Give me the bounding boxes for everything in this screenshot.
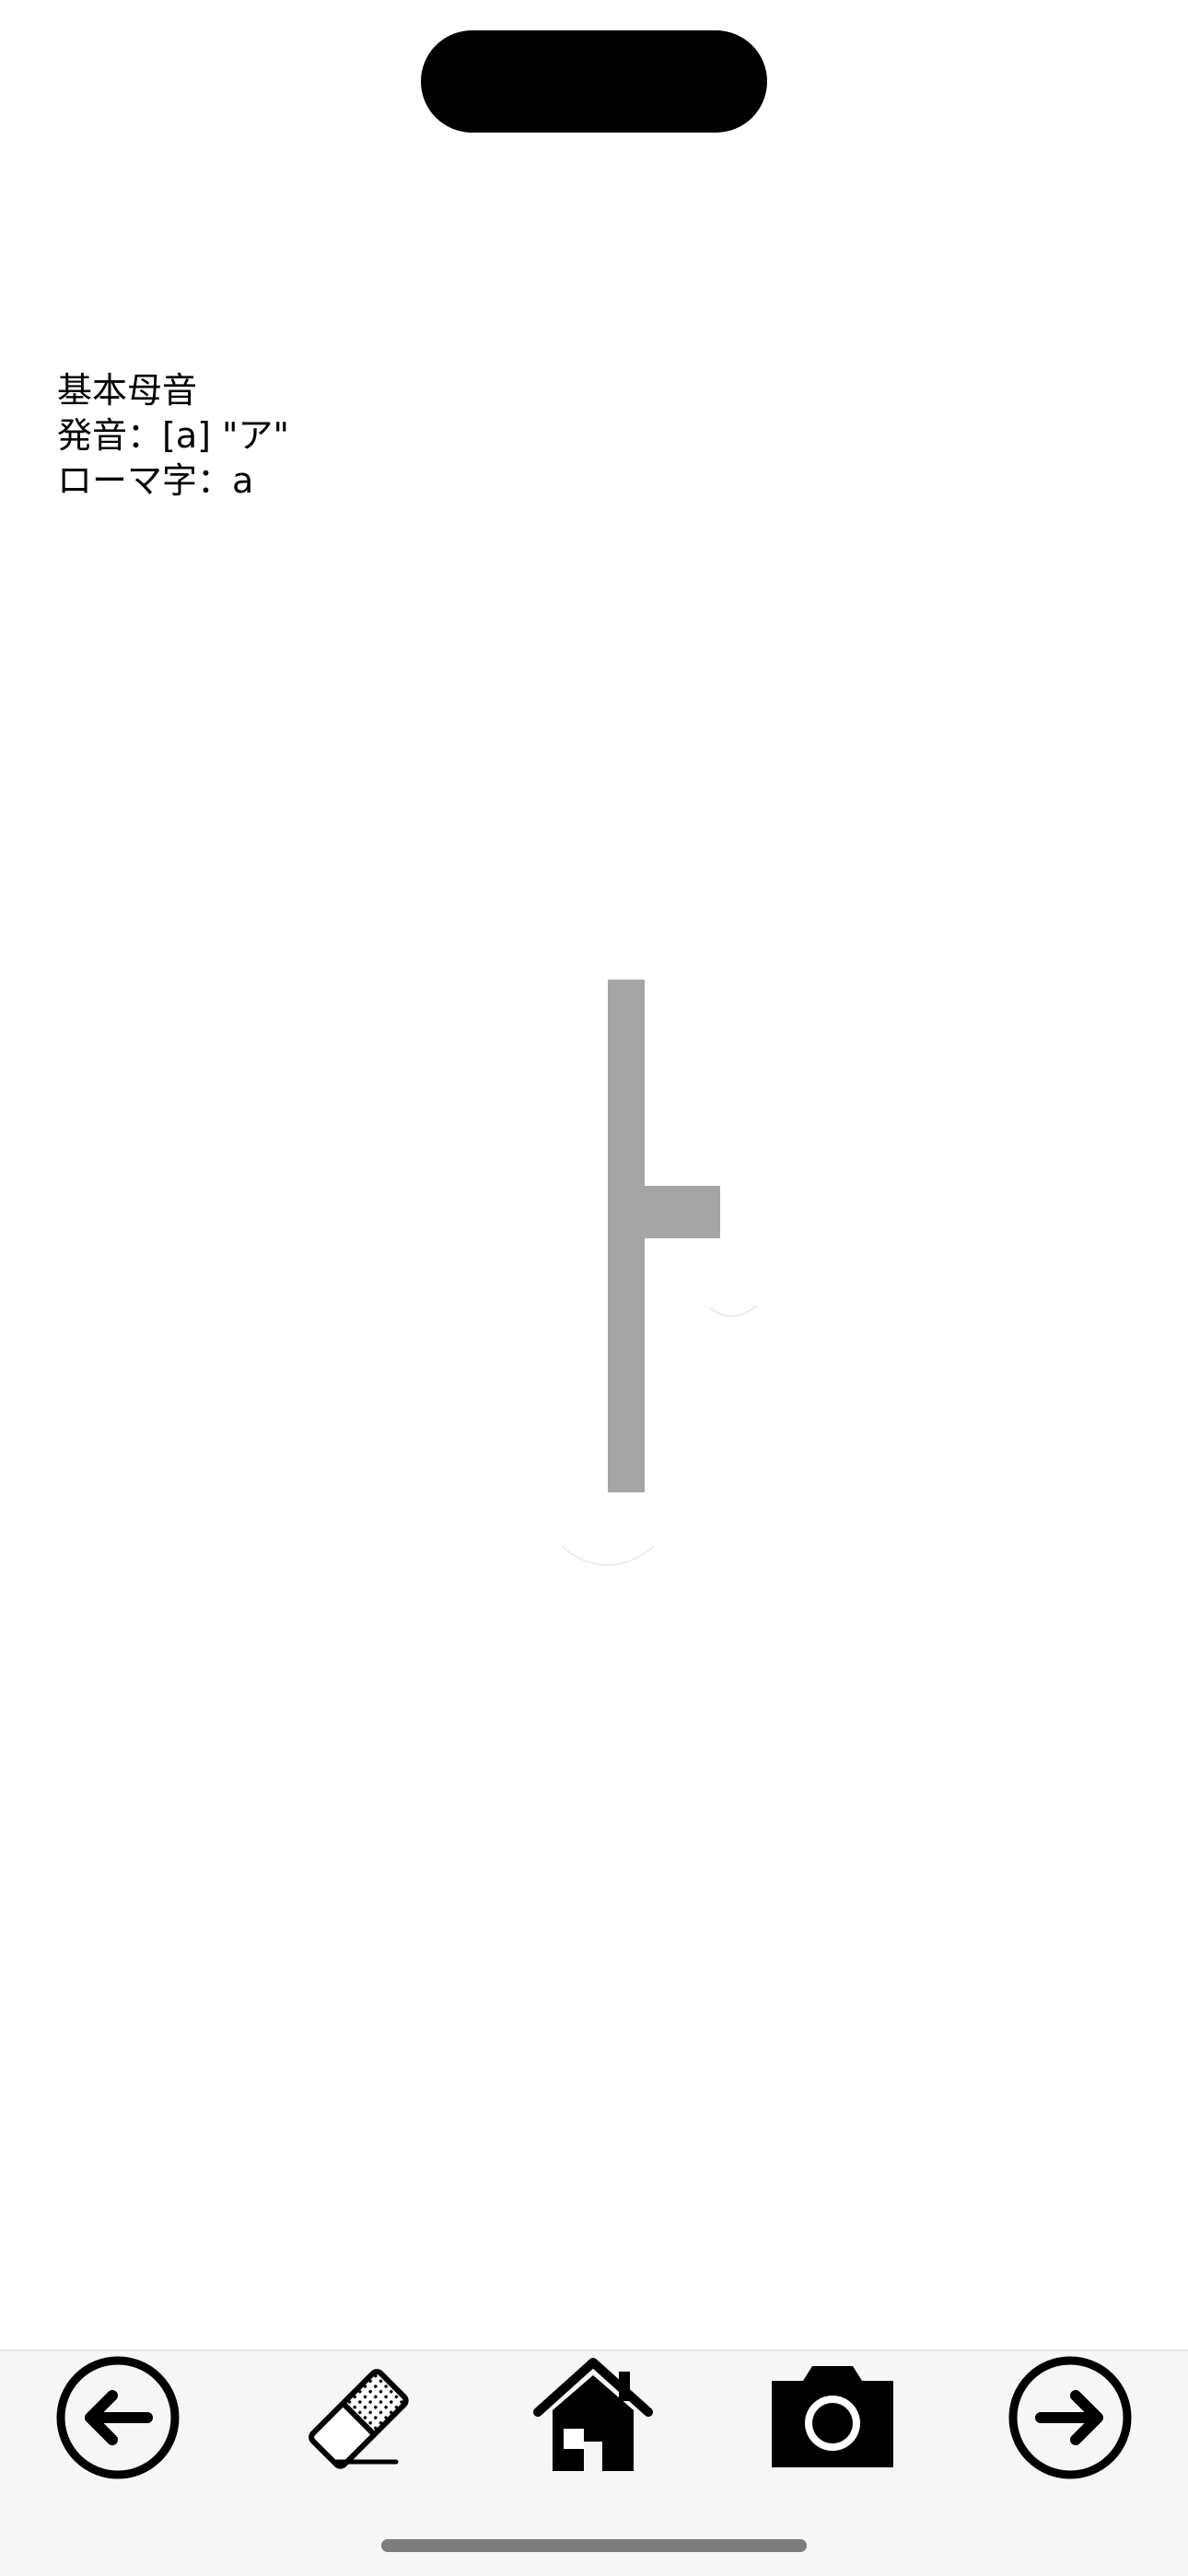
lesson-info: 基本母音 発音：[a] "ア" ローマ字：a bbox=[57, 368, 289, 504]
stroke-end-arc bbox=[561, 1546, 655, 1566]
next-button[interactable] bbox=[1006, 2353, 1135, 2482]
glyph-horizontal-stroke bbox=[645, 1186, 720, 1238]
romaji-label: ローマ字：a bbox=[57, 460, 254, 501]
camera-icon bbox=[772, 2366, 893, 2467]
eraser-button[interactable] bbox=[293, 2353, 422, 2482]
glyph-vertical-stroke bbox=[608, 980, 645, 1492]
dynamic-island bbox=[421, 30, 767, 133]
arrow-left-circle-icon bbox=[56, 2356, 180, 2479]
camera-button[interactable] bbox=[768, 2353, 897, 2482]
home-icon bbox=[533, 2358, 653, 2471]
back-button[interactable] bbox=[53, 2353, 182, 2482]
tracing-glyph[interactable] bbox=[516, 957, 820, 1602]
pronunciation-label: 発音：[a] "ア" bbox=[57, 415, 289, 456]
eraser-icon bbox=[309, 2369, 409, 2469]
home-button[interactable] bbox=[529, 2353, 658, 2482]
vowel-category-label: 基本母音 bbox=[57, 370, 198, 411]
stroke-end-arc bbox=[708, 1305, 758, 1317]
home-indicator[interactable] bbox=[381, 2539, 807, 2552]
arrow-right-circle-icon bbox=[1008, 2356, 1132, 2479]
